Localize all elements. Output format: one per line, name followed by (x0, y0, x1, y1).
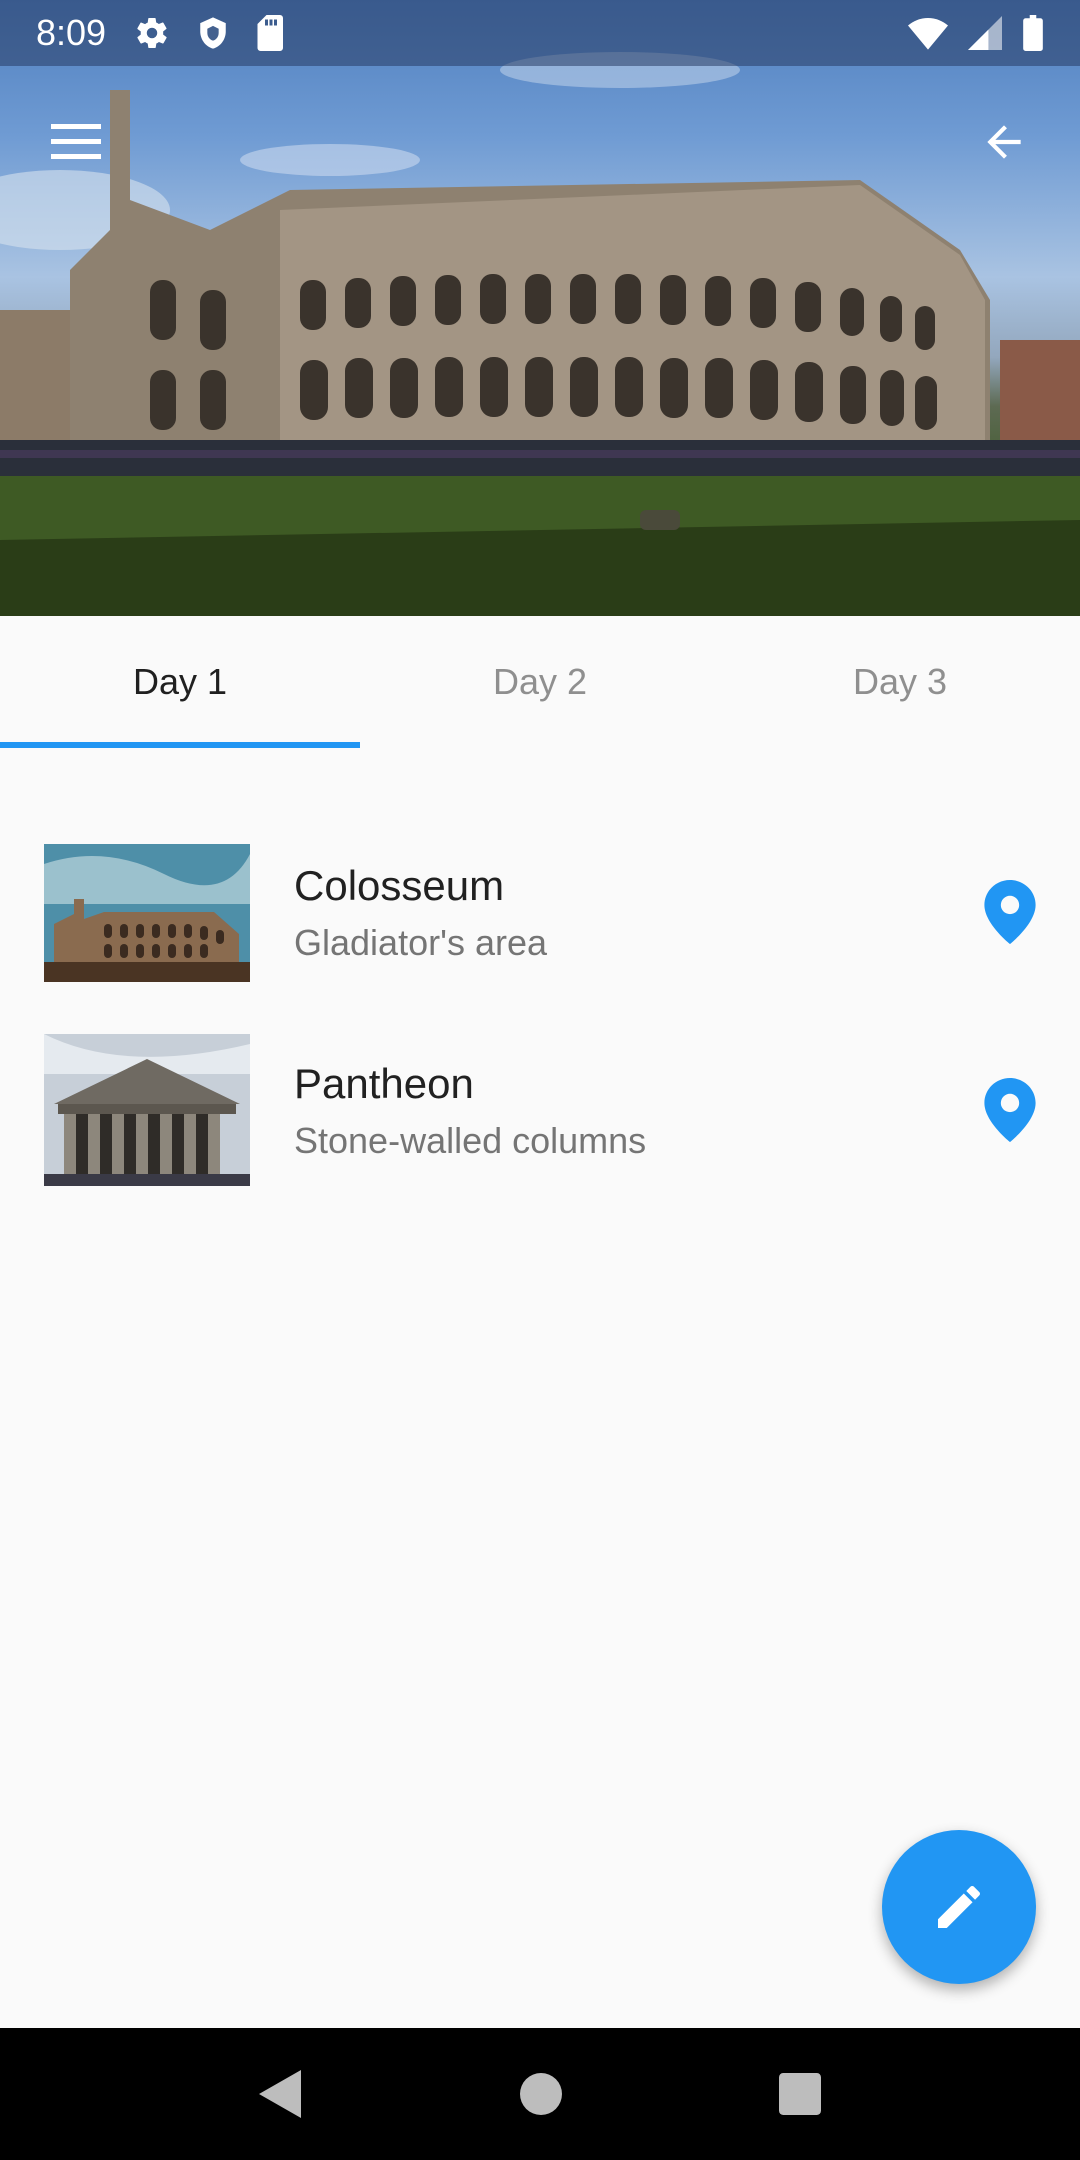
status-bar: 8:09 (0, 0, 1080, 66)
back-triangle-icon[interactable] (258, 2070, 303, 2118)
battery-icon (1023, 15, 1043, 51)
pantheon-thumbnail (44, 1034, 250, 1186)
place-title: Colosseum (294, 862, 505, 909)
tab-day-3[interactable]: Day 3 (720, 616, 1080, 748)
arrow-back-icon (987, 125, 1021, 159)
location-pin-icon[interactable] (984, 1078, 1036, 1142)
tab-day-1[interactable]: Day 1 (0, 616, 360, 748)
day-tabs: Day 1 Day 2 Day 3 (0, 616, 1080, 748)
gear-icon (137, 17, 167, 49)
list-item-pantheon[interactable]: Pantheon Stone-walled columns (0, 998, 1080, 1196)
wifi-icon (908, 18, 948, 50)
places-list: Colosseum Gladiator's area Pantheon Ston… (0, 800, 1080, 1196)
edit-fab-button[interactable] (882, 1830, 1036, 1984)
edit-pencil-icon (938, 1885, 981, 1928)
active-tab-indicator (0, 742, 360, 748)
shield-icon (200, 17, 226, 49)
system-nav-bar (0, 2028, 1080, 2160)
sd-card-icon (257, 15, 284, 51)
place-subtitle: Stone-walled columns (294, 1120, 647, 1161)
recents-square-icon[interactable] (779, 2073, 822, 2115)
colosseum-thumbnail (44, 844, 250, 982)
list-item-colosseum[interactable]: Colosseum Gladiator's area (0, 800, 1080, 998)
signal-icon (968, 16, 1002, 50)
menu-button[interactable] (40, 112, 112, 172)
place-subtitle: Gladiator's area (294, 922, 548, 963)
location-pin-icon[interactable] (984, 880, 1036, 944)
tab-day-2[interactable]: Day 2 (360, 616, 720, 748)
menu-icon (51, 124, 101, 159)
place-title: Pantheon (294, 1060, 474, 1107)
home-circle-icon[interactable] (519, 2073, 562, 2115)
back-button[interactable] (968, 106, 1040, 178)
colosseum-photo (0, 52, 1080, 616)
hero-image: 8:09 (0, 0, 1080, 616)
status-time: 8:09 (36, 12, 107, 53)
